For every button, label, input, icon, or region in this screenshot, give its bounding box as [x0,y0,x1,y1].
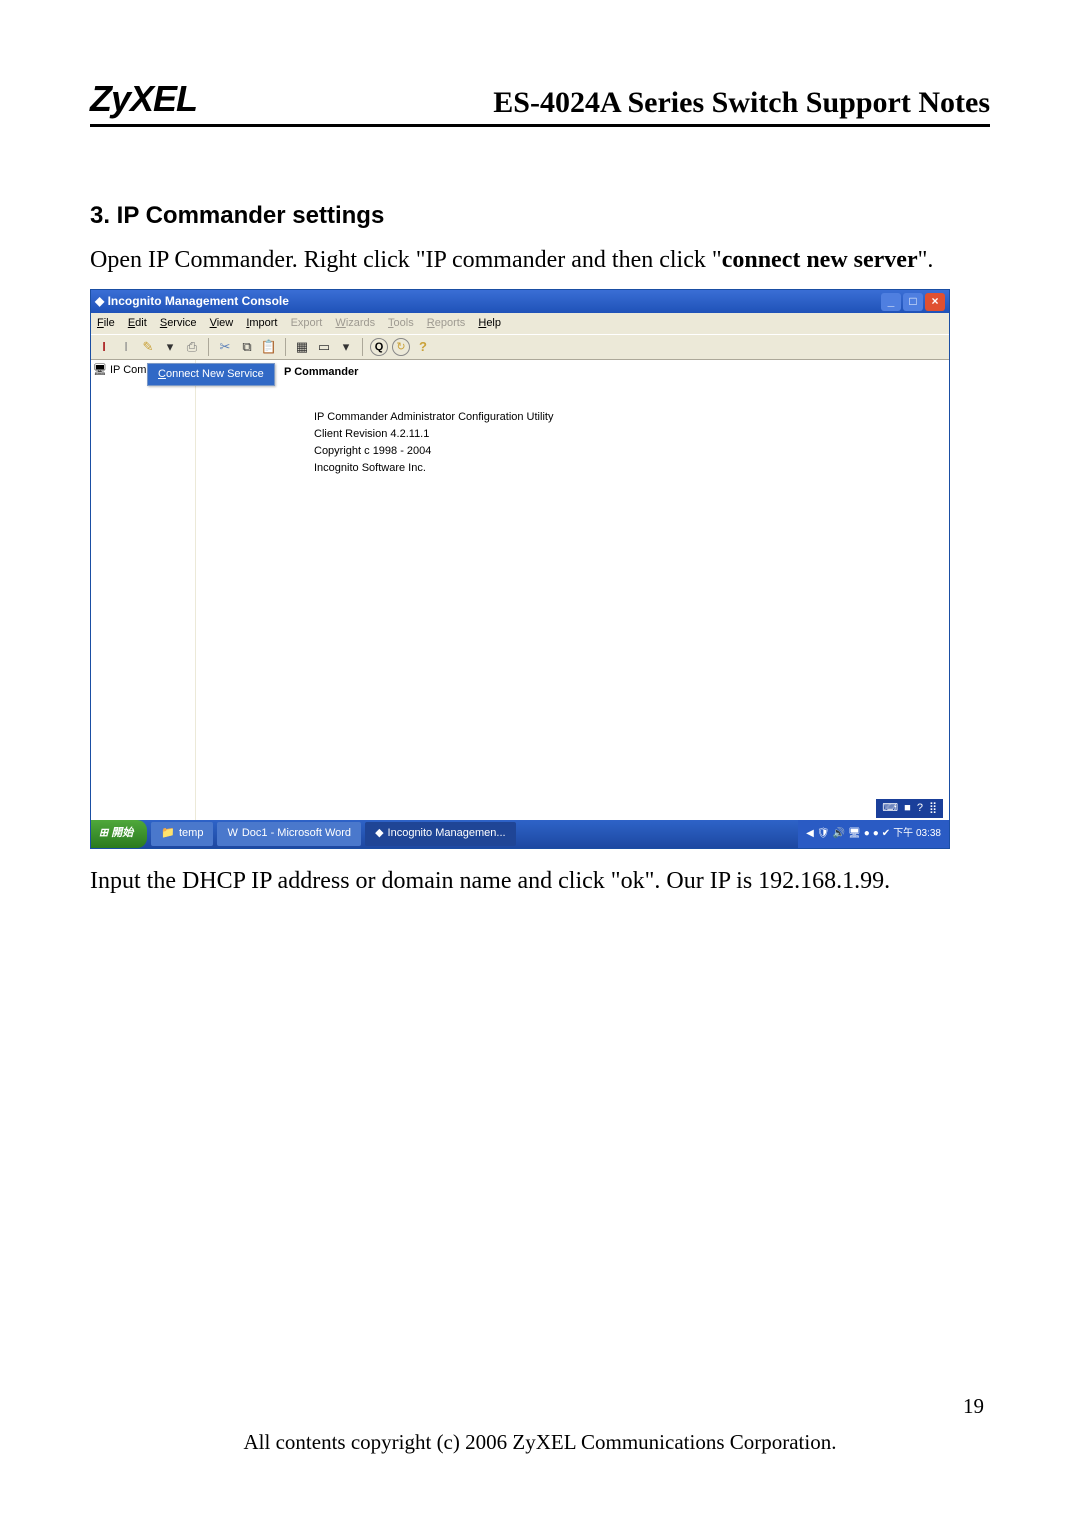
tray-icon6[interactable]: ● [873,826,879,842]
brand-logo: ZyXEL [90,78,197,120]
host-icon: 🖥 [93,362,107,379]
toolbar-sep2 [285,338,286,356]
help-icon[interactable]: ? [917,800,923,817]
context-connect-item[interactable]: Connect New Service [148,364,274,385]
app-window: ◆ Incognito Management Console _ □ × Fil… [90,289,950,849]
menu-import[interactable]: Import [246,317,277,329]
window-titlebar[interactable]: ◆ Incognito Management Console _ □ × [91,290,949,313]
tray-time: 下午 03:38 [893,826,941,842]
minimize-button[interactable]: _ [881,293,901,311]
tray-icon2[interactable]: 🛡 [817,826,830,842]
paragraph-2: Input the DHCP IP address or domain name… [90,863,990,900]
context-menu: Connect New Service [147,363,275,386]
folder-icon: 📁 [161,825,175,842]
taskbar-btn-word[interactable]: W Doc1 - Microsoft Word [217,822,361,845]
p1-text-c: ". [918,247,934,273]
paragraph-1: Open IP Commander. Right click "IP comma… [90,242,990,279]
menu-bar: File Edit Service View Import Export Wiz… [91,313,949,334]
tray-icon[interactable]: ◀ [806,826,814,842]
section-heading: 3. IP Commander settings [90,197,990,234]
content-line2: Client Revision 4.2.11.1 [314,426,941,443]
taskbar-btn3-label: Incognito Managemen... [388,825,506,842]
content-line1: IP Commander Administrator Configuration… [314,409,941,426]
content-title: P Commander [284,364,941,381]
p1-text-b: connect new server [722,247,918,273]
content-pane: P Commander IP Commander Administrator C… [196,360,949,820]
doc-title: ES-4024A Series Switch Support Notes [493,86,990,120]
taskbar-btn-incognito[interactable]: ◆ Incognito Managemen... [365,822,516,845]
kb-icon[interactable]: ■ [904,800,911,817]
taskbar-btn2-label: Doc1 - Microsoft Word [242,825,351,842]
tray-icon5[interactable]: ● [864,826,870,842]
tool-help-icon[interactable]: ? [414,338,432,356]
maximize-button[interactable]: □ [903,293,923,311]
window-title: Incognito Management Console [108,292,289,311]
embedded-screenshot: ◆ Incognito Management Console _ □ × Fil… [90,289,950,849]
tool-zoom-icon[interactable]: Q [370,338,388,356]
menu-service[interactable]: Service [160,317,197,329]
tool-server2-icon[interactable]: I [117,338,135,356]
start-button[interactable]: ⊞ 開始 [91,820,147,848]
document-page: ZyXEL ES-4024A Series Switch Support Not… [0,0,1080,1527]
menu-view[interactable]: View [210,317,234,329]
page-body: 3. IP Commander settings Open IP Command… [0,127,1080,900]
tool-dd-icon[interactable]: ▾ [337,338,355,356]
page-number: 19 [963,1394,984,1419]
tool-cut-icon[interactable]: ✂ [216,338,234,356]
tray-icon3[interactable]: 🔊 [833,826,845,842]
toolbar-sep3 [362,338,363,356]
tool-copy-icon[interactable]: ⧉ [238,338,256,356]
content-line4: Incognito Software Inc. [314,460,941,477]
menu-wizards: Wizards [335,317,375,329]
p1-text-a: Open IP Commander. Right click "IP comma… [90,247,722,273]
page-header: ZyXEL ES-4024A Series Switch Support Not… [90,0,990,127]
opts-icon[interactable]: ⣿ [929,800,937,817]
tray-icon4[interactable]: 🖥 [848,826,861,842]
language-bar[interactable]: ⌨ ■ ? ⣿ [876,799,943,818]
tray-icon7[interactable]: ✔ [882,826,890,842]
app-icon: ◆ [375,825,383,842]
toolbar-sep [208,338,209,356]
taskbar-btn1-label: temp [179,825,203,842]
menu-help[interactable]: Help [478,317,501,329]
taskbar: ⊞ 開始 📁 temp W Doc1 - Microsoft Word ◆ In… [91,820,949,848]
tool-folder-icon[interactable]: ✎ [139,338,157,356]
word-icon: W [227,825,237,842]
windows-icon: ⊞ [99,825,108,842]
toolbar: I I ✎ ▾ ⎙ ✂ ⧉ 📋 ▦ ▭ ▾ Q ↻ ? [91,334,949,360]
tool-refresh-icon[interactable]: ↻ [392,338,410,356]
start-label: 開始 [111,825,133,842]
window-icon: ◆ [95,292,104,311]
tree-pane[interactable]: 🖥 IP Commander [91,360,196,820]
menu-tools: Tools [388,317,414,329]
taskbar-btn-temp[interactable]: 📁 temp [151,822,213,845]
tool-doc-icon[interactable]: ▭ [315,338,333,356]
menu-export: Export [291,317,323,329]
tool-server-icon[interactable]: I [95,338,113,356]
menu-edit[interactable]: Edit [128,317,147,329]
menu-reports: Reports [427,317,466,329]
content-line3: Copyright c 1998 - 2004 [314,443,941,460]
tool-dropdown-icon[interactable]: ▾ [161,338,179,356]
tool-grid-icon[interactable]: ▦ [293,338,311,356]
menu-file[interactable]: File [97,317,115,329]
tool-print-icon[interactable]: ⎙ [183,338,201,356]
ime-icon[interactable]: ⌨ [882,800,898,817]
client-area: 🖥 IP Commander Connect New Service P Com… [91,360,949,820]
tool-paste-icon[interactable]: 📋 [260,338,278,356]
system-tray[interactable]: ◀ 🛡 🔊 🖥 ● ● ✔ 下午 03:38 [798,820,949,848]
close-button[interactable]: × [925,293,945,311]
page-footer: All contents copyright (c) 2006 ZyXEL Co… [0,1430,1080,1455]
